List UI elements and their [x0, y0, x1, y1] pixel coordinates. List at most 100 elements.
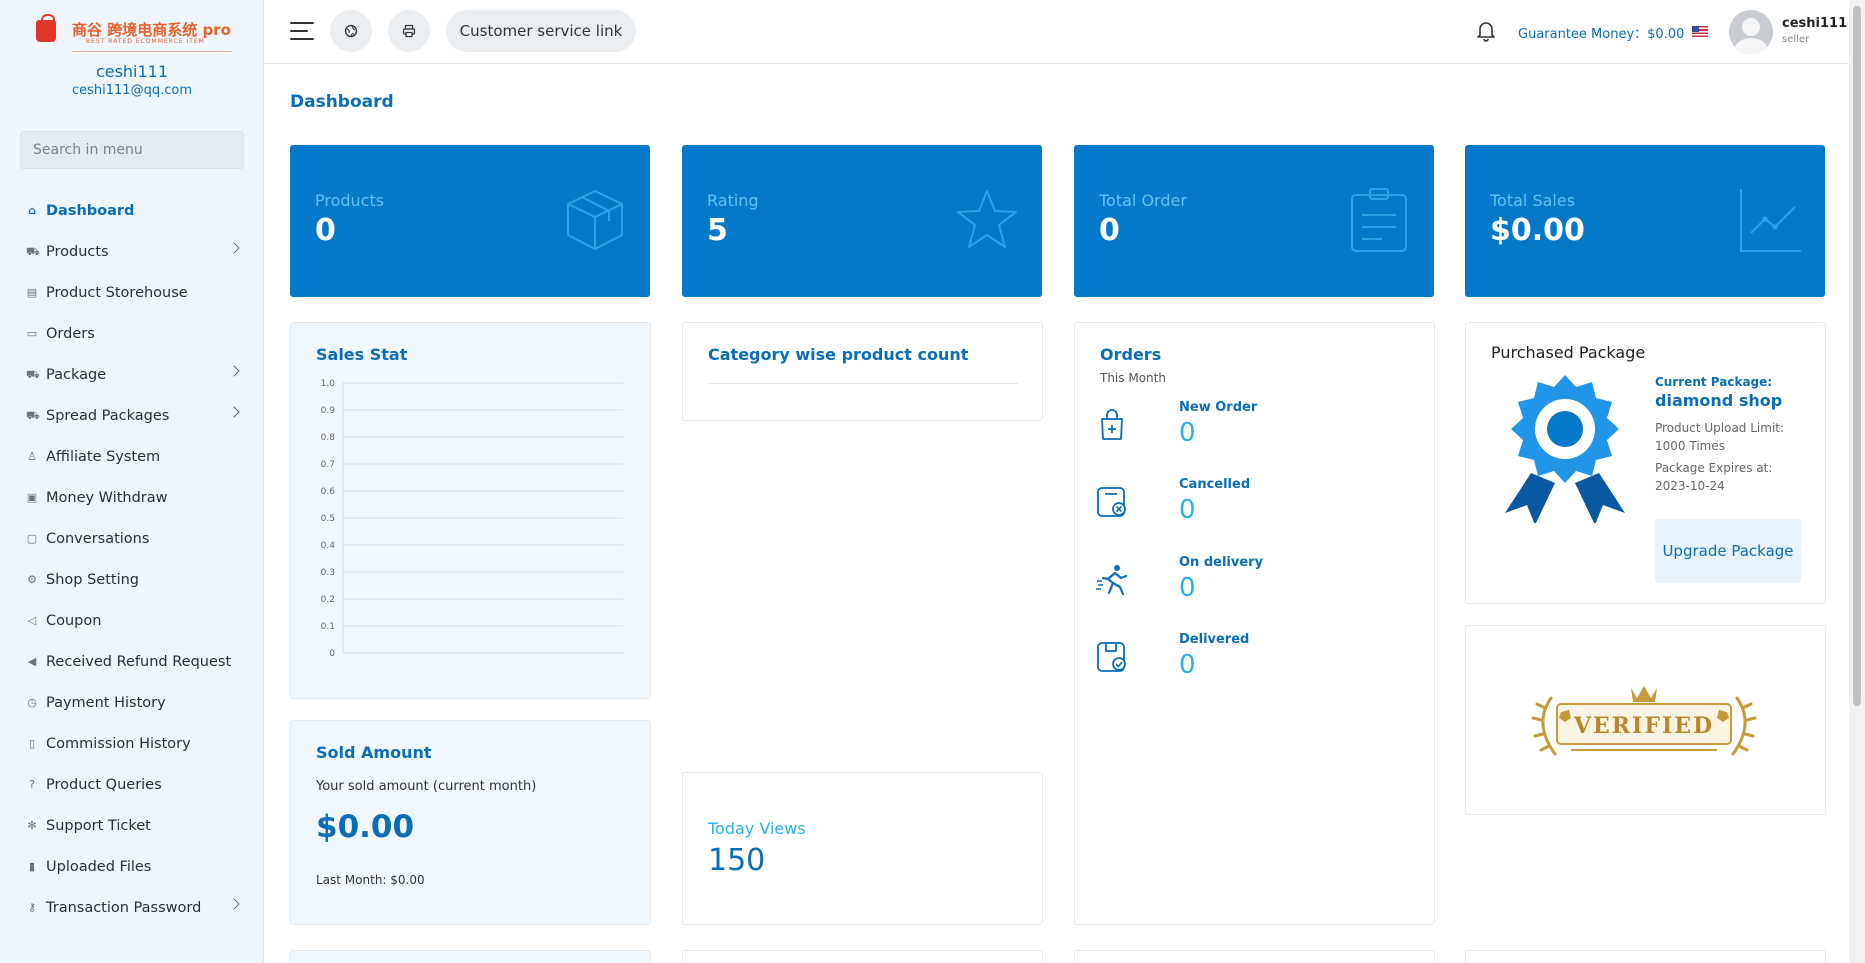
guarantee-money: Guarantee Money：$0.00: [1518, 23, 1684, 42]
today-views-label: Today Views: [708, 819, 806, 838]
bottom-card: [1465, 950, 1826, 963]
sidebar-item-label: Products: [46, 243, 109, 260]
menu-search-input[interactable]: [20, 131, 244, 169]
sidebar-item-uploaded-files[interactable]: ▮ Uploaded Files: [0, 846, 264, 887]
verified-text: VERIFIED: [1573, 713, 1714, 739]
key-icon: ⚷: [27, 900, 37, 914]
brand-logo[interactable]: 商谷 跨境电商系统 pro BEST RATED ECOMMERCE ITEM: [36, 14, 236, 52]
y-tick-label: 0.7: [321, 460, 335, 470]
orders-card-subtitle: This Month: [1100, 371, 1166, 385]
y-tick-label: 0.3: [321, 568, 335, 578]
sidebar-item-package[interactable]: ⛟ Package: [0, 354, 264, 395]
sidebar-item-coupon[interactable]: ◁ Coupon: [0, 600, 264, 641]
sidebar-item-label: Dashboard: [46, 202, 135, 219]
package-card-title: Purchased Package: [1491, 343, 1646, 362]
chevron-right-icon: [228, 898, 240, 910]
order-row-new: New Order 0: [1095, 400, 1395, 460]
upload-limit-text: Product Upload Limit: 1000 Times: [1655, 421, 1785, 453]
sidebar-item-money-withdraw[interactable]: ▣ Money Withdraw: [0, 477, 264, 518]
runner-icon: [1096, 565, 1128, 596]
order-value: 0: [1179, 573, 1196, 603]
sidebar-user-email: ceshi111@qq.com: [72, 83, 192, 98]
chevron-right-icon: [228, 242, 240, 254]
bell-icon[interactable]: [1476, 20, 1496, 42]
y-tick-label: 0.5: [321, 514, 335, 524]
sidebar-item-product-storehouse[interactable]: ▤ Product Storehouse: [0, 272, 264, 313]
order-value: 0: [1179, 418, 1196, 448]
sidebar-item-dashboard[interactable]: ⌂ Dashboard: [0, 190, 264, 231]
sidebar-item-label: Product Queries: [46, 776, 162, 793]
printer-icon: [402, 24, 416, 38]
print-button[interactable]: [388, 10, 430, 52]
sidebar-item-label: Spread Packages: [46, 407, 170, 424]
brand-divider: [72, 51, 232, 52]
sidebar-item-products[interactable]: ⛟ Products: [0, 231, 264, 272]
sidebar-menu: ⌂ Dashboard ⛟ Products ▤ Product Storehouse ▭ O…: [0, 190, 264, 928]
sidebar-item-product-queries[interactable]: ? Product Queries: [0, 764, 264, 805]
us-flag-icon[interactable]: [1692, 26, 1708, 37]
order-label: On delivery: [1179, 555, 1264, 570]
sidebar-item-label: Transaction Password: [46, 899, 202, 916]
sold-amount-subtitle: Your sold amount (current month): [316, 779, 537, 794]
trend-icon: [1740, 189, 1801, 252]
sidebar-item-payment-history[interactable]: ◷ Payment History: [0, 682, 264, 723]
brand-name: 商谷 跨境电商系统 pro: [72, 21, 231, 39]
header-user-role: seller: [1782, 34, 1810, 45]
y-tick-label: 0.1: [321, 622, 335, 632]
y-tick-label: 0.2: [321, 595, 335, 605]
verified-seal-icon: VERIFIED: [1531, 686, 1757, 756]
sidebar-item-label: Uploaded Files: [46, 858, 152, 875]
order-label: Delivered: [1179, 632, 1250, 647]
bottom-card: [682, 950, 1043, 963]
stat-label: Rating: [707, 191, 759, 210]
current-package-label: Current Package:: [1655, 375, 1773, 389]
megaphone-icon: ◁: [27, 613, 37, 627]
stat-card-products: Products 0: [290, 145, 650, 297]
sidebar-item-label: Received Refund Request: [46, 653, 232, 670]
website-button[interactable]: [330, 10, 372, 52]
sidebar-item-spread-packages[interactable]: ⛟ Spread Packages: [0, 395, 264, 436]
sidebar-item-support-ticket[interactable]: ✻ Support Ticket: [0, 805, 264, 846]
sidebar-item-received-refund-request[interactable]: ◀ Received Refund Request: [0, 641, 264, 682]
page-title: Dashboard: [290, 92, 394, 112]
orders-card: Orders This Month New Order 0 Cancelled …: [1074, 322, 1435, 925]
folder-icon: ▮: [28, 859, 36, 873]
money-icon: ▣: [26, 490, 38, 504]
bottom-card: [1074, 950, 1435, 963]
order-label: New Order: [1179, 400, 1258, 415]
stat-value: 0: [315, 213, 336, 248]
guarantee-value: $0.00: [1647, 27, 1685, 42]
avatar[interactable]: [1729, 10, 1773, 54]
sold-amount-card: Sold Amount Your sold amount (current mo…: [290, 720, 651, 925]
chat-icon: ▢: [26, 531, 38, 545]
header-user-name[interactable]: ceshi111: [1782, 16, 1847, 31]
guarantee-label: Guarantee Money：: [1518, 27, 1648, 42]
sidebar-item-commission-history[interactable]: ▯ Commission History: [0, 723, 264, 764]
menu-toggle-icon[interactable]: [290, 22, 314, 40]
sidebar-item-label: Shop Setting: [46, 571, 139, 588]
customer-service-link[interactable]: Customer service link: [446, 10, 636, 52]
order-row-on-delivery: On delivery 0: [1095, 555, 1395, 615]
scrollbar-thumb[interactable]: [1853, 6, 1861, 706]
question-icon: ?: [29, 777, 35, 791]
sidebar-item-affiliate-system[interactable]: ♙ Affiliate System: [0, 436, 264, 477]
box-icon: [567, 190, 623, 250]
stat-card-total-order: Total Order 0: [1074, 145, 1434, 297]
sold-amount-value: $0.00: [316, 809, 415, 845]
file-icon: ▯: [28, 736, 36, 750]
y-tick-label: 0.6: [321, 487, 336, 497]
sidebar-item-conversations[interactable]: ▢ Conversations: [0, 518, 264, 559]
order-value: 0: [1179, 495, 1196, 525]
stat-value: 5: [707, 213, 728, 248]
stat-card-total-sales: Total Sales $0.00: [1465, 145, 1825, 297]
stat-value: 0: [1099, 213, 1120, 248]
sidebar-item-orders[interactable]: ▭ Orders: [0, 313, 264, 354]
check-box-icon: [1097, 642, 1126, 672]
page-scrollbar[interactable]: [1849, 0, 1865, 963]
cart-icon: ⛟: [26, 408, 40, 422]
gear-icon: ⚙: [27, 572, 37, 586]
upgrade-package-button[interactable]: Upgrade Package: [1655, 519, 1801, 583]
sidebar-item-transaction-password[interactable]: ⚷ Transaction Password: [0, 887, 264, 928]
sidebar-item-shop-setting[interactable]: ⚙ Shop Setting: [0, 559, 264, 600]
user-icon: ♙: [27, 449, 37, 463]
